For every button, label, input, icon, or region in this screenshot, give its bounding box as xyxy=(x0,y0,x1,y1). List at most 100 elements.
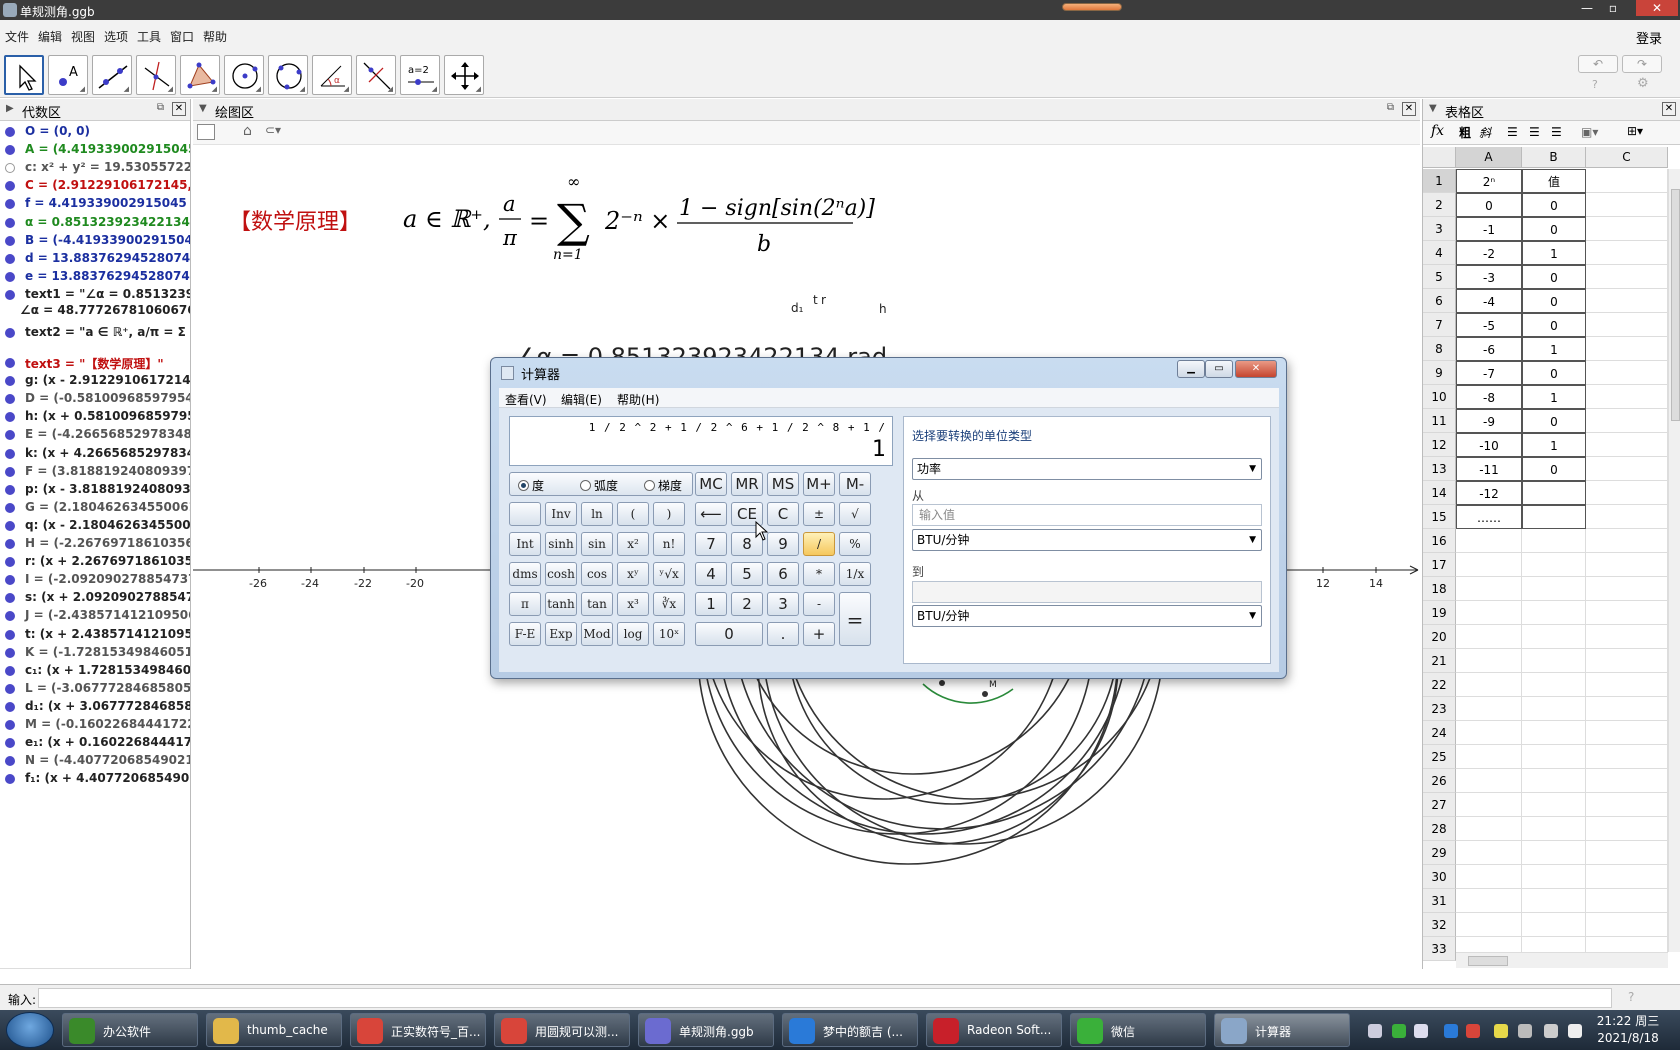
calc-key[interactable]: 1 xyxy=(695,592,727,616)
row-header[interactable]: 18 xyxy=(1423,577,1456,601)
calc-key[interactable]: Exp xyxy=(545,622,577,646)
calc-key[interactable]: - xyxy=(803,592,835,616)
spreadsheet-cell[interactable] xyxy=(1522,649,1586,673)
formula-bar-icon[interactable]: fx xyxy=(1431,123,1444,139)
row-header[interactable]: 25 xyxy=(1423,745,1456,769)
calc-menu-edit[interactable]: 编辑(E) xyxy=(561,391,602,408)
row-header[interactable]: 17 xyxy=(1423,553,1456,577)
calc-key[interactable]: Int xyxy=(509,532,541,556)
calc-key[interactable]: ʸ√x xyxy=(653,562,685,586)
taskbar-item[interactable]: 微信 xyxy=(1070,1013,1206,1047)
spreadsheet-cell[interactable] xyxy=(1456,745,1522,769)
calc-key[interactable]: MR xyxy=(731,472,763,496)
visibility-toggle-icon[interactable] xyxy=(5,271,15,282)
row-header[interactable]: 23 xyxy=(1423,697,1456,721)
spreadsheet-cell[interactable] xyxy=(1456,913,1522,937)
visibility-toggle-icon[interactable] xyxy=(5,127,15,137)
spreadsheet-cell[interactable] xyxy=(1586,361,1668,385)
calculator-window[interactable]: 计算器 ▁ ▭ ✕ 查看(V) 编辑(E) 帮助(H) 1 / 2 ^ 2 + … xyxy=(490,357,1287,679)
visibility-toggle-icon[interactable] xyxy=(5,289,15,300)
calc-key[interactable]: MC xyxy=(695,472,727,496)
row-header[interactable]: 1 xyxy=(1423,169,1456,193)
row-header[interactable]: 19 xyxy=(1423,601,1456,625)
row-header[interactable]: 6 xyxy=(1423,289,1456,313)
spreadsheet-cell[interactable] xyxy=(1586,289,1668,313)
algebra-item[interactable]: f₁: (x + 4.407720685490215)² + xyxy=(0,770,190,788)
visibility-toggle-icon[interactable] xyxy=(5,557,15,568)
spreadsheet-cell[interactable] xyxy=(1522,529,1586,553)
algebra-item[interactable]: ∠α = 48.7772678106067669 xyxy=(0,302,190,320)
spreadsheet-cell[interactable] xyxy=(1456,841,1522,865)
algebra-item[interactable]: G = (2.180462634550061, 3.843 xyxy=(0,499,190,517)
undo-button[interactable]: ↶ xyxy=(1578,55,1618,73)
undock-icon[interactable]: ⧉ xyxy=(157,102,164,113)
spreadsheet-vertical-scrollbar[interactable] xyxy=(1668,169,1680,952)
spreadsheet-cell[interactable] xyxy=(1456,577,1522,601)
spreadsheet-cell[interactable] xyxy=(1586,457,1668,481)
calc-key[interactable]: C xyxy=(767,502,799,526)
from-value-input[interactable]: 输入值 xyxy=(912,504,1262,526)
algebra-item[interactable]: H = (-2.26769718610356, 3.793 xyxy=(0,535,190,553)
network-signal-icon[interactable] xyxy=(1544,1024,1558,1038)
spreadsheet-cell[interactable] xyxy=(1522,553,1586,577)
calc-menu-help[interactable]: 帮助(H) xyxy=(617,391,659,408)
conic-tool-button[interactable]: ◢ xyxy=(268,55,308,95)
calculator-minimize-button[interactable]: ▁ xyxy=(1177,360,1205,378)
spreadsheet-cell[interactable]: -4 xyxy=(1456,289,1522,313)
spreadsheet-cell[interactable]: 0 xyxy=(1522,457,1586,481)
row-header[interactable]: 11 xyxy=(1423,409,1456,433)
algebra-item[interactable]: text3 = "【数学原理】" xyxy=(0,354,190,372)
row-header[interactable]: 20 xyxy=(1423,625,1456,649)
spreadsheet-cell[interactable]: 值 xyxy=(1522,169,1586,193)
row-header[interactable]: 10 xyxy=(1423,385,1456,409)
algebra-item[interactable]: N = (-4.407720685490215, 0.32 xyxy=(0,752,190,770)
calc-key[interactable]: . xyxy=(767,622,799,646)
calc-key[interactable]: ∛x xyxy=(653,592,685,616)
from-unit-select[interactable]: BTU/分钟 ▼ xyxy=(912,529,1262,551)
visibility-toggle-icon[interactable] xyxy=(5,328,15,338)
spreadsheet-cell[interactable] xyxy=(1456,625,1522,649)
spreadsheet-cell[interactable]: 1 xyxy=(1522,433,1586,457)
spreadsheet-cell[interactable]: 0 xyxy=(1522,361,1586,385)
algebra-item[interactable]: d₁: (x + 3.067772846858052)² + xyxy=(0,698,190,716)
align-right-icon[interactable]: ☰ xyxy=(1551,125,1562,139)
algebra-item[interactable]: d = 13.883762945280747 xyxy=(0,250,190,268)
row-header[interactable]: 27 xyxy=(1423,793,1456,817)
row-header[interactable]: 15 xyxy=(1423,505,1456,529)
spreadsheet-cell[interactable]: 1 xyxy=(1522,385,1586,409)
calc-key[interactable]: π xyxy=(509,592,541,616)
spreadsheet-cell[interactable] xyxy=(1522,505,1586,529)
spreadsheet-cell[interactable]: 2ⁿ xyxy=(1456,169,1522,193)
algebra-item[interactable]: α = 0.851323923422134 rad xyxy=(0,214,190,232)
row-header[interactable]: 26 xyxy=(1423,769,1456,793)
spreadsheet-cell[interactable] xyxy=(1522,889,1586,913)
collapse-arrow-icon[interactable]: ▼ xyxy=(1429,103,1437,114)
visibility-toggle-icon[interactable] xyxy=(5,376,15,387)
spreadsheet-cell[interactable] xyxy=(1456,793,1522,817)
app-tray-icon[interactable] xyxy=(1466,1024,1480,1038)
spreadsheet-cell[interactable] xyxy=(1586,169,1668,193)
spreadsheet-cell[interactable] xyxy=(1586,769,1668,793)
spreadsheet-cell[interactable] xyxy=(1586,217,1668,241)
row-header[interactable]: 14 xyxy=(1423,481,1456,505)
calc-key[interactable]: sinh xyxy=(545,532,577,556)
calc-key[interactable]: cosh xyxy=(545,562,577,586)
help-icon[interactable]: ? xyxy=(1592,78,1598,91)
visibility-toggle-icon[interactable] xyxy=(5,163,15,174)
visibility-toggle-icon[interactable] xyxy=(5,181,15,192)
visibility-toggle-icon[interactable] xyxy=(5,430,15,441)
calc-key[interactable]: ( xyxy=(617,502,649,526)
security-tray-icon[interactable] xyxy=(1494,1024,1508,1038)
system-clock[interactable]: 21:22 周三 2021/8/18 xyxy=(1596,1013,1660,1047)
calc-key[interactable]: % xyxy=(839,532,871,556)
spreadsheet-cell[interactable] xyxy=(1456,601,1522,625)
spreadsheet-cell[interactable]: 0 xyxy=(1522,193,1586,217)
spreadsheet-cell[interactable] xyxy=(1586,553,1668,577)
move-tool-button[interactable] xyxy=(4,55,44,95)
calc-key[interactable]: * xyxy=(803,562,835,586)
wechat-tray-icon[interactable] xyxy=(1414,1024,1428,1038)
border-icon[interactable]: ⊞▾ xyxy=(1627,124,1643,138)
visibility-toggle-icon[interactable] xyxy=(5,484,15,495)
taskbar-item[interactable]: Radeon Soft... xyxy=(926,1013,1062,1047)
visibility-toggle-icon[interactable] xyxy=(5,520,15,531)
